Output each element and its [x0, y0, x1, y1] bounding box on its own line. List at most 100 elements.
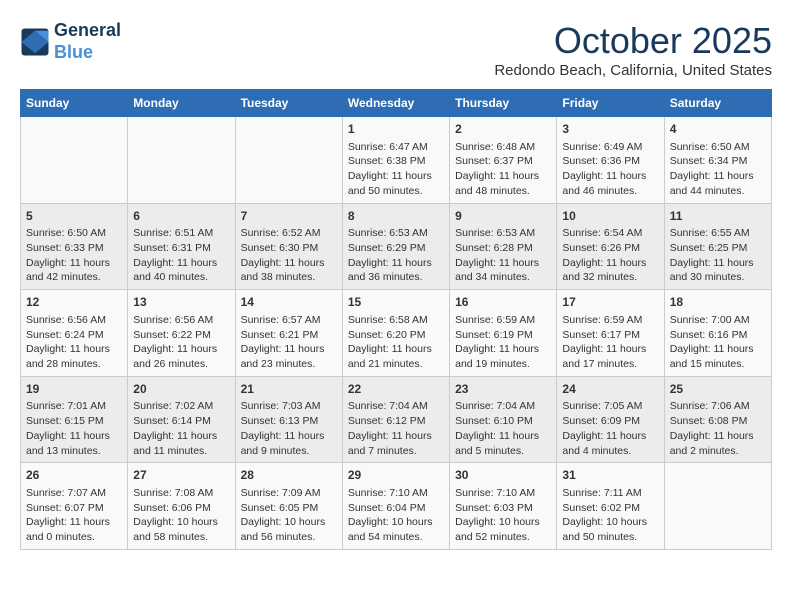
day-number: 26	[26, 467, 122, 484]
day-number: 11	[670, 208, 766, 225]
cell-content: Sunrise: 6:57 AM	[241, 313, 337, 328]
cell-content: Sunset: 6:14 PM	[133, 414, 229, 429]
calendar-cell: 22Sunrise: 7:04 AMSunset: 6:12 PMDayligh…	[342, 376, 449, 463]
cell-content: Sunrise: 6:48 AM	[455, 140, 551, 155]
cell-content: Sunset: 6:33 PM	[26, 241, 122, 256]
cell-content: Sunrise: 6:59 AM	[455, 313, 551, 328]
calendar-cell: 11Sunrise: 6:55 AMSunset: 6:25 PMDayligh…	[664, 203, 771, 290]
cell-content: Daylight: 11 hours and 42 minutes.	[26, 256, 122, 285]
day-number: 14	[241, 294, 337, 311]
cell-content: Sunrise: 6:59 AM	[562, 313, 658, 328]
day-number: 25	[670, 381, 766, 398]
cell-content: Sunrise: 6:53 AM	[348, 226, 444, 241]
cell-content: Daylight: 11 hours and 48 minutes.	[455, 169, 551, 198]
calendar-cell: 16Sunrise: 6:59 AMSunset: 6:19 PMDayligh…	[450, 290, 557, 377]
cell-content: Sunset: 6:06 PM	[133, 501, 229, 516]
cell-content: Sunset: 6:19 PM	[455, 328, 551, 343]
cell-content: Sunset: 6:09 PM	[562, 414, 658, 429]
cell-content: Sunrise: 6:47 AM	[348, 140, 444, 155]
day-number: 2	[455, 121, 551, 138]
weekday-header: Friday	[557, 90, 664, 117]
page-header: GeneralBlue October 2025 Redondo Beach, …	[20, 20, 772, 79]
calendar-cell: 20Sunrise: 7:02 AMSunset: 6:14 PMDayligh…	[128, 376, 235, 463]
weekday-header: Tuesday	[235, 90, 342, 117]
cell-content: Sunrise: 6:52 AM	[241, 226, 337, 241]
cell-content: Daylight: 11 hours and 7 minutes.	[348, 429, 444, 458]
day-number: 12	[26, 294, 122, 311]
cell-content: Sunrise: 7:02 AM	[133, 399, 229, 414]
cell-content: Sunrise: 6:49 AM	[562, 140, 658, 155]
calendar-cell: 17Sunrise: 6:59 AMSunset: 6:17 PMDayligh…	[557, 290, 664, 377]
calendar-week-row: 19Sunrise: 7:01 AMSunset: 6:15 PMDayligh…	[21, 376, 772, 463]
day-number: 18	[670, 294, 766, 311]
calendar-cell: 25Sunrise: 7:06 AMSunset: 6:08 PMDayligh…	[664, 376, 771, 463]
cell-content: Sunrise: 7:01 AM	[26, 399, 122, 414]
cell-content: Daylight: 11 hours and 2 minutes.	[670, 429, 766, 458]
day-number: 21	[241, 381, 337, 398]
cell-content: Sunrise: 7:03 AM	[241, 399, 337, 414]
calendar-week-row: 12Sunrise: 6:56 AMSunset: 6:24 PMDayligh…	[21, 290, 772, 377]
cell-content: Sunset: 6:13 PM	[241, 414, 337, 429]
cell-content: Sunrise: 6:56 AM	[26, 313, 122, 328]
cell-content: Daylight: 11 hours and 4 minutes.	[562, 429, 658, 458]
cell-content: Sunset: 6:37 PM	[455, 154, 551, 169]
day-number: 9	[455, 208, 551, 225]
calendar-cell: 10Sunrise: 6:54 AMSunset: 6:26 PMDayligh…	[557, 203, 664, 290]
cell-content: Sunrise: 7:11 AM	[562, 486, 658, 501]
cell-content: Sunrise: 7:04 AM	[455, 399, 551, 414]
day-number: 19	[26, 381, 122, 398]
cell-content: Daylight: 11 hours and 38 minutes.	[241, 256, 337, 285]
logo-icon	[20, 27, 50, 57]
calendar-cell: 21Sunrise: 7:03 AMSunset: 6:13 PMDayligh…	[235, 376, 342, 463]
cell-content: Sunset: 6:08 PM	[670, 414, 766, 429]
cell-content: Sunset: 6:17 PM	[562, 328, 658, 343]
cell-content: Sunset: 6:24 PM	[26, 328, 122, 343]
cell-content: Sunset: 6:05 PM	[241, 501, 337, 516]
cell-content: Daylight: 11 hours and 44 minutes.	[670, 169, 766, 198]
cell-content: Sunset: 6:22 PM	[133, 328, 229, 343]
cell-content: Sunrise: 6:50 AM	[26, 226, 122, 241]
cell-content: Daylight: 10 hours and 50 minutes.	[562, 515, 658, 544]
cell-content: Daylight: 11 hours and 50 minutes.	[348, 169, 444, 198]
day-number: 24	[562, 381, 658, 398]
cell-content: Sunrise: 6:56 AM	[133, 313, 229, 328]
calendar-cell: 2 Sunrise: 6:48 AMSunset: 6:37 PMDaylight…	[450, 117, 557, 204]
cell-content: Sunrise: 7:10 AM	[348, 486, 444, 501]
cell-content: Sunset: 6:38 PM	[348, 154, 444, 169]
month-title: October 2025	[494, 20, 772, 62]
cell-content: Sunrise: 7:00 AM	[670, 313, 766, 328]
calendar-cell: 28Sunrise: 7:09 AMSunset: 6:05 PMDayligh…	[235, 463, 342, 550]
cell-content: Sunrise: 6:55 AM	[670, 226, 766, 241]
cell-content: Sunset: 6:25 PM	[670, 241, 766, 256]
logo-text: GeneralBlue	[54, 20, 121, 63]
calendar-cell	[128, 117, 235, 204]
cell-content: Daylight: 11 hours and 36 minutes.	[348, 256, 444, 285]
location: Redondo Beach, California, United States	[494, 62, 772, 79]
calendar-cell: 7Sunrise: 6:52 AMSunset: 6:30 PMDaylight…	[235, 203, 342, 290]
calendar-cell: 18Sunrise: 7:00 AMSunset: 6:16 PMDayligh…	[664, 290, 771, 377]
cell-content: Daylight: 11 hours and 11 minutes.	[133, 429, 229, 458]
day-number: 6	[133, 208, 229, 225]
day-number: 28	[241, 467, 337, 484]
cell-content: Daylight: 11 hours and 5 minutes.	[455, 429, 551, 458]
cell-content: Sunset: 6:30 PM	[241, 241, 337, 256]
weekday-header: Wednesday	[342, 90, 449, 117]
calendar-cell: 14Sunrise: 6:57 AMSunset: 6:21 PMDayligh…	[235, 290, 342, 377]
day-number: 7	[241, 208, 337, 225]
cell-content: Sunrise: 6:50 AM	[670, 140, 766, 155]
calendar-cell: 3Sunrise: 6:49 AMSunset: 6:36 PMDaylight…	[557, 117, 664, 204]
cell-content: Daylight: 10 hours and 54 minutes.	[348, 515, 444, 544]
day-number: 10	[562, 208, 658, 225]
calendar-cell: 9Sunrise: 6:53 AMSunset: 6:28 PMDaylight…	[450, 203, 557, 290]
weekday-header: Thursday	[450, 90, 557, 117]
cell-content: Sunset: 6:03 PM	[455, 501, 551, 516]
day-number: 4	[670, 121, 766, 138]
calendar-cell	[664, 463, 771, 550]
calendar-cell: 8Sunrise: 6:53 AMSunset: 6:29 PMDaylight…	[342, 203, 449, 290]
cell-content: Daylight: 11 hours and 28 minutes.	[26, 342, 122, 371]
calendar-cell: 27Sunrise: 7:08 AMSunset: 6:06 PMDayligh…	[128, 463, 235, 550]
cell-content: Sunrise: 7:06 AM	[670, 399, 766, 414]
cell-content: Sunrise: 6:54 AM	[562, 226, 658, 241]
cell-content: Daylight: 10 hours and 58 minutes.	[133, 515, 229, 544]
cell-content: Daylight: 11 hours and 40 minutes.	[133, 256, 229, 285]
